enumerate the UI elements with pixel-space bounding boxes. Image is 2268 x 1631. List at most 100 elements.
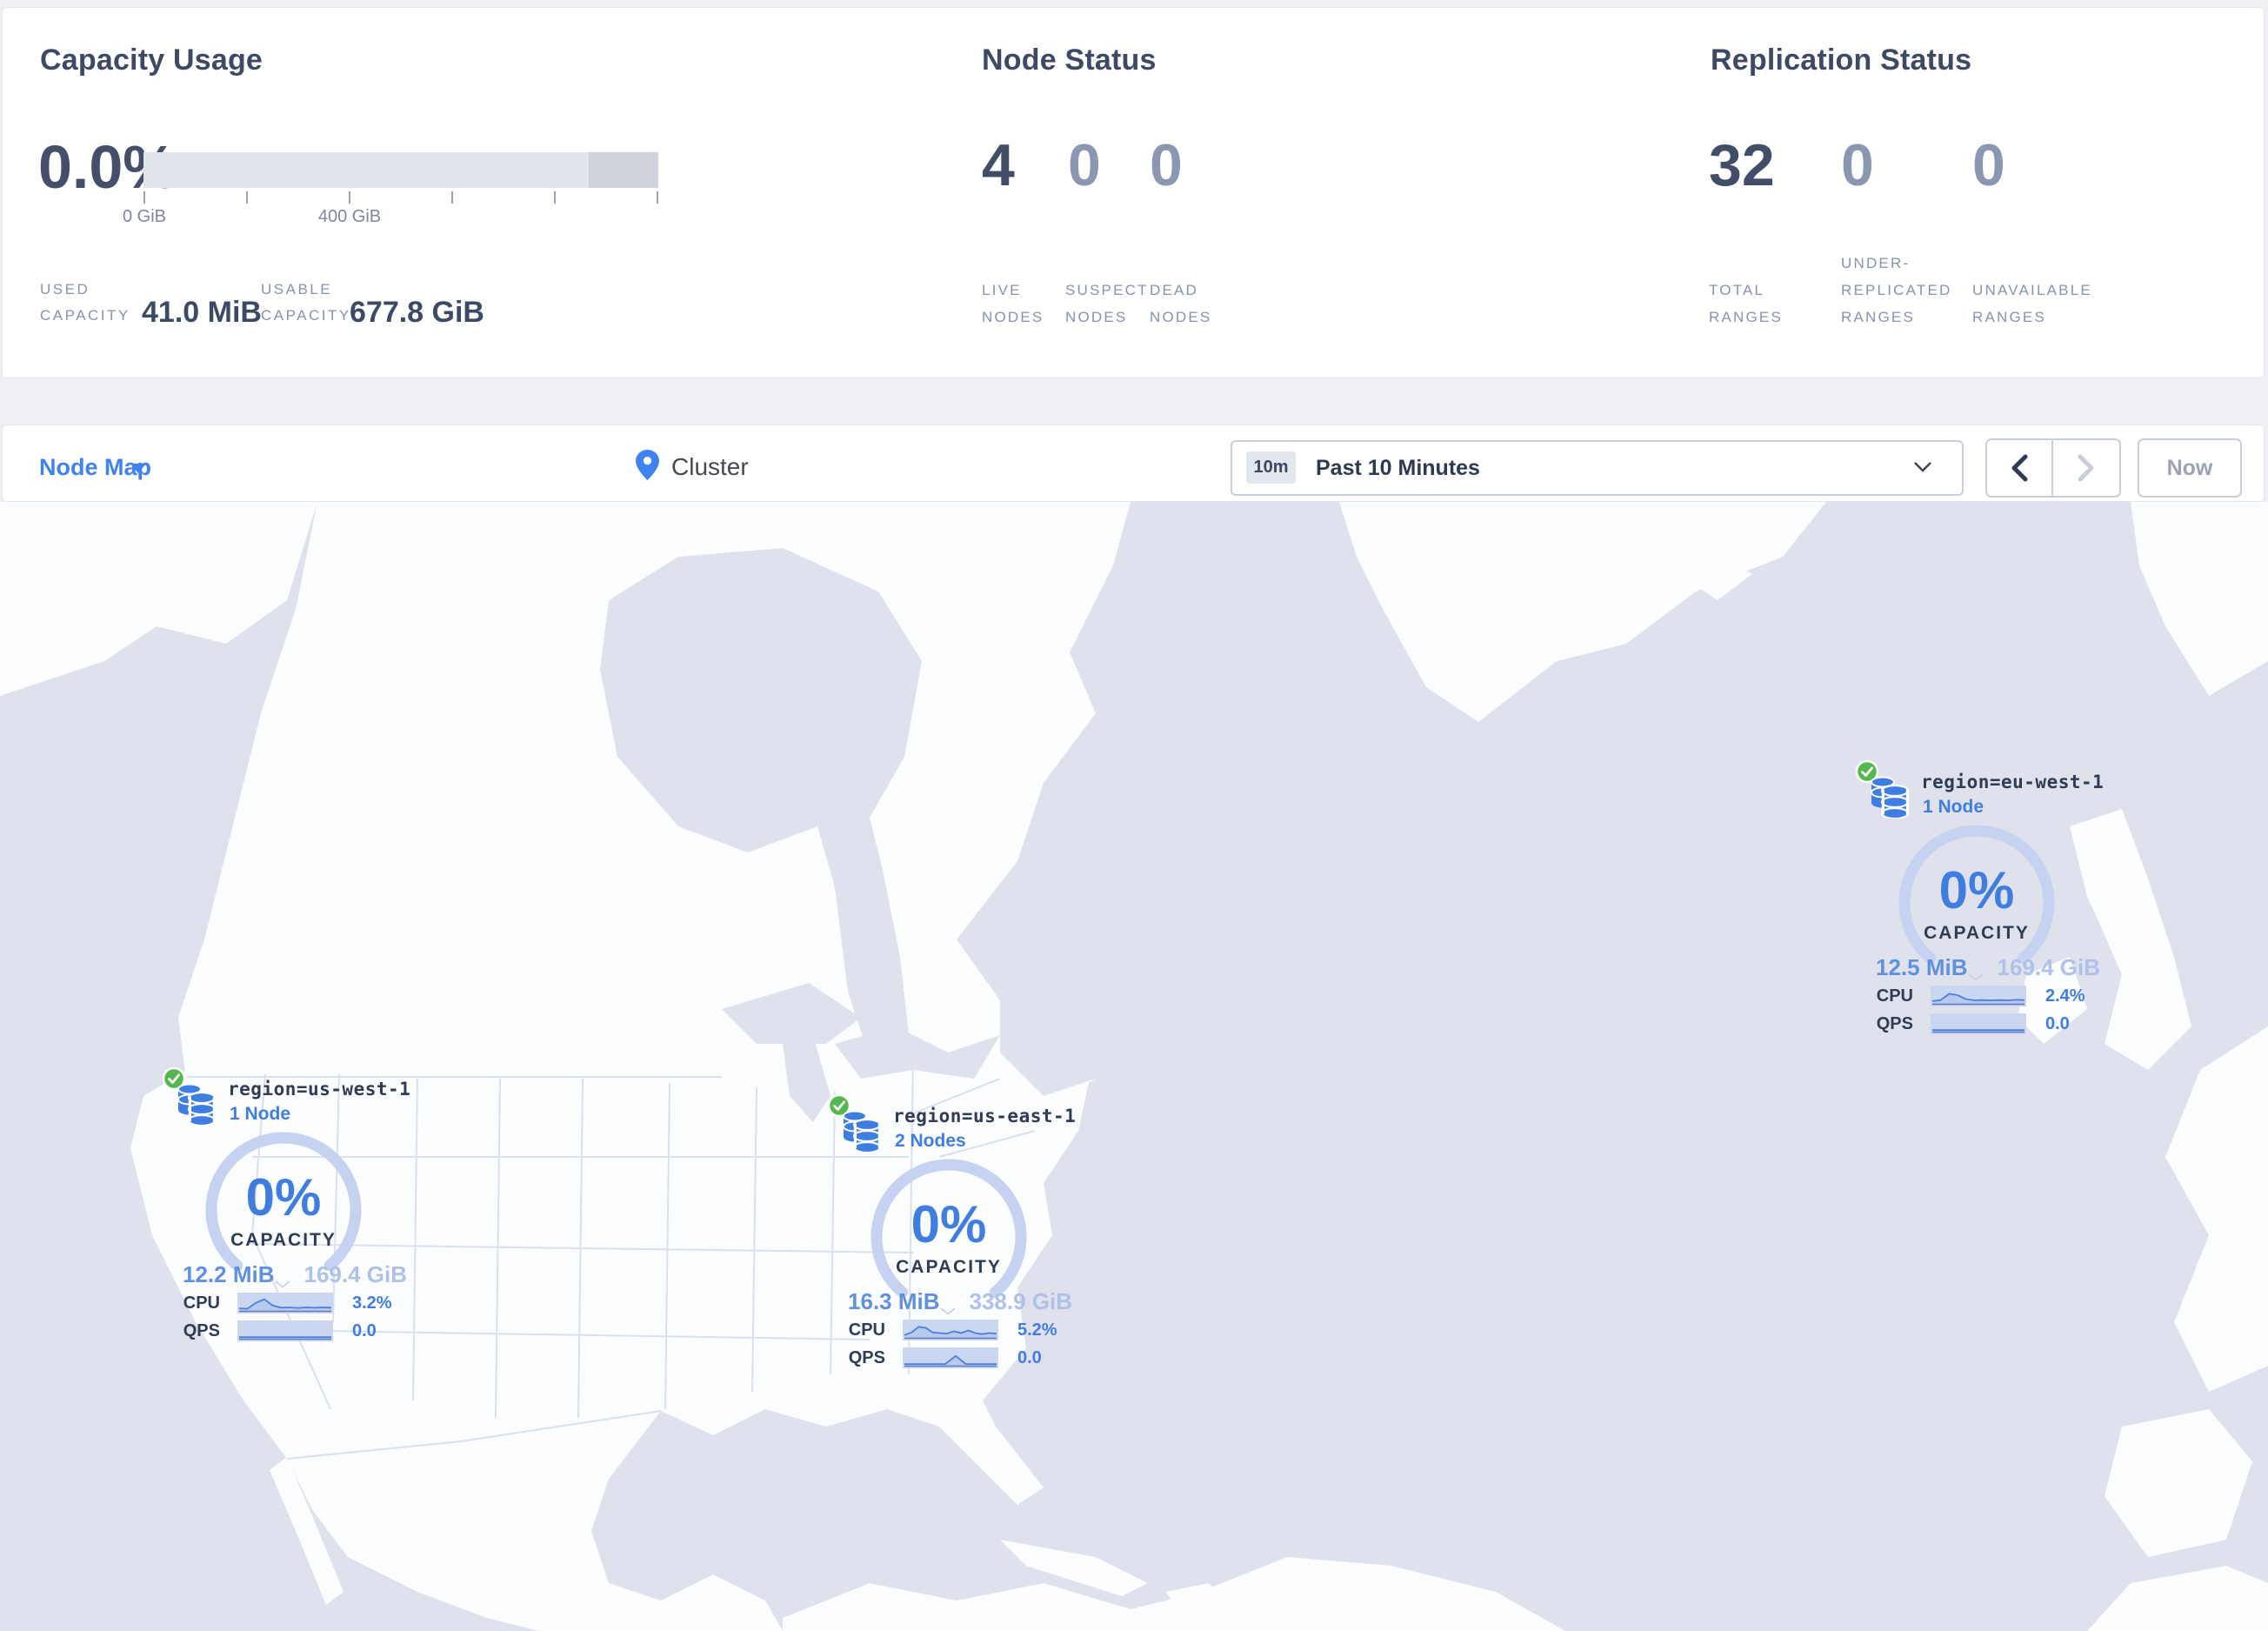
label-line: RANGES xyxy=(1972,309,2046,325)
region-qps-row: QPS 0.0 xyxy=(170,1320,423,1341)
region-capacity-percent: 0% xyxy=(1938,861,2015,919)
region-total-capacity: 169.4 GiB xyxy=(304,1261,407,1287)
region-qps-row: QPS 0.0 xyxy=(836,1347,1088,1368)
map-pin-icon xyxy=(636,450,659,480)
capacity-axis-tick xyxy=(554,191,556,204)
capacity-axis-label-0: 0 GiB xyxy=(122,207,167,226)
chevron-left-icon xyxy=(2011,454,2028,482)
used-capacity-value: 41.0 MiB xyxy=(142,296,262,329)
region-capacity-values: 16.3 MiB 338.9 GiB xyxy=(836,1288,1076,1315)
label-line: UNAVAILABLE xyxy=(1972,282,2092,298)
time-range-label: Past 10 Minutes xyxy=(1316,456,1480,480)
cpu-sparkline xyxy=(903,1320,998,1340)
cpu-value: 3.2% xyxy=(352,1293,392,1313)
qps-value: 0.0 xyxy=(1017,1347,1042,1367)
cpu-sparkline xyxy=(237,1293,333,1313)
capacity-axis-label-400: 400 GiB xyxy=(317,207,382,226)
world-map-svg xyxy=(0,502,2268,1631)
cpu-value: 5.2% xyxy=(1017,1320,1057,1340)
time-range-badge: 10m xyxy=(1246,451,1296,484)
dead-nodes-label: DEAD NODES xyxy=(1150,277,1211,331)
used-capacity-label-line1: USED xyxy=(40,281,90,297)
qps-label: QPS xyxy=(183,1320,220,1340)
landmasses xyxy=(0,502,2268,1631)
region-used-capacity: 16.3 MiB xyxy=(848,1288,940,1314)
label-line: TOTAL xyxy=(1709,282,1765,298)
time-step-forward-button[interactable] xyxy=(2053,440,2119,496)
label-line: REPLICATED xyxy=(1841,282,1952,298)
region-label: region=us-west-1 xyxy=(228,1079,411,1100)
capacity-axis-tick xyxy=(349,191,350,204)
region-cpu-row: CPU 5.2% xyxy=(836,1320,1088,1340)
under-replicated-ranges-label: UNDER- REPLICATED RANGES xyxy=(1841,250,1952,331)
database-stack-icon xyxy=(1871,776,1910,819)
region-used-capacity: 12.2 MiB xyxy=(183,1261,275,1287)
capacity-axis-tick xyxy=(143,191,145,204)
capacity-axis-tick xyxy=(657,191,658,204)
label-line: DEAD xyxy=(1150,282,1199,298)
capacity-bar-dark-segment xyxy=(589,152,658,188)
usable-capacity-label-line1: USABLE xyxy=(261,281,333,297)
label-line: RANGES xyxy=(1841,309,1915,325)
label-line: RANGES xyxy=(1709,309,1783,325)
region-cpu-row: CPU 3.2% xyxy=(170,1293,423,1313)
region-capacity-values: 12.5 MiB 169.4 GiB xyxy=(1864,954,2104,981)
region-capacity-word: CAPACITY xyxy=(896,1257,1002,1277)
cpu-label: CPU xyxy=(1876,986,1913,1006)
live-nodes-count: 4 xyxy=(982,132,1015,198)
region-node-count[interactable]: 2 Nodes xyxy=(895,1131,966,1152)
qps-label: QPS xyxy=(1876,1013,1913,1033)
region-capacity-word: CAPACITY xyxy=(230,1230,337,1250)
region-total-capacity: 169.4 GiB xyxy=(1997,954,2100,980)
cpu-value: 2.4% xyxy=(2045,986,2085,1006)
dead-nodes-count: 0 xyxy=(1150,132,1183,198)
capacity-bar xyxy=(143,152,658,188)
breadcrumb-cluster[interactable]: Cluster xyxy=(671,453,749,481)
capacity-axis-tick xyxy=(451,191,453,204)
cpu-label: CPU xyxy=(848,1320,885,1340)
now-button[interactable]: Now xyxy=(2138,438,2242,498)
chevron-down-icon xyxy=(1914,462,1931,472)
suspect-nodes-count: 0 xyxy=(1068,132,1101,198)
label-line: NODES xyxy=(1150,309,1212,325)
usable-capacity-value: 677.8 GiB xyxy=(350,296,484,329)
qps-sparkline xyxy=(903,1347,998,1368)
node-status-title: Node Status xyxy=(982,43,1157,77)
label-line: LIVE xyxy=(982,282,1022,298)
used-capacity-label-line2: CAPACITY xyxy=(40,307,130,324)
qps-value: 0.0 xyxy=(352,1320,377,1340)
region-capacity-percent: 0% xyxy=(245,1168,322,1227)
time-step-buttons xyxy=(1985,438,2121,498)
qps-label: QPS xyxy=(848,1347,885,1367)
region-total-capacity: 338.9 GiB xyxy=(969,1288,1072,1314)
region-cpu-row: CPU 2.4% xyxy=(1864,986,2116,1006)
time-step-back-button[interactable] xyxy=(1987,440,2053,496)
database-stack-icon xyxy=(177,1083,217,1126)
region-node-count[interactable]: 1 Node xyxy=(230,1104,290,1125)
capacity-axis-tick xyxy=(246,191,248,204)
label-line: NODES xyxy=(982,309,1044,325)
unavailable-ranges-count: 0 xyxy=(1972,132,2005,198)
region-label: region=eu-west-1 xyxy=(1921,772,2105,792)
usable-capacity-label-line2: CAPACITY xyxy=(261,307,351,324)
chevron-down-icon xyxy=(130,464,146,473)
region-node-count[interactable]: 1 Node xyxy=(1923,797,1984,818)
region-capacity-percent: 0% xyxy=(911,1195,987,1253)
qps-sparkline xyxy=(237,1320,333,1341)
under-replicated-ranges-count: 0 xyxy=(1841,132,1874,198)
label-line: UNDER- xyxy=(1841,255,1911,271)
qps-sparkline xyxy=(1931,1013,2026,1034)
chevron-right-icon xyxy=(2078,454,2094,482)
label-line: SUSPECT xyxy=(1065,282,1149,298)
region-label: region=us-east-1 xyxy=(893,1106,1077,1126)
cpu-sparkline xyxy=(1931,986,2026,1006)
suspect-nodes-label: SUSPECT NODES xyxy=(1065,277,1149,331)
live-nodes-label: LIVE NODES xyxy=(982,277,1044,331)
cpu-label: CPU xyxy=(183,1293,220,1313)
world-map[interactable] xyxy=(0,502,2268,1631)
region-qps-row: QPS 0.0 xyxy=(1864,1013,2116,1034)
total-ranges-label: TOTAL RANGES xyxy=(1709,277,1783,331)
region-capacity-word: CAPACITY xyxy=(1924,923,2030,943)
usable-capacity-label: USABLE CAPACITY xyxy=(261,277,351,329)
label-line: NODES xyxy=(1065,309,1128,325)
